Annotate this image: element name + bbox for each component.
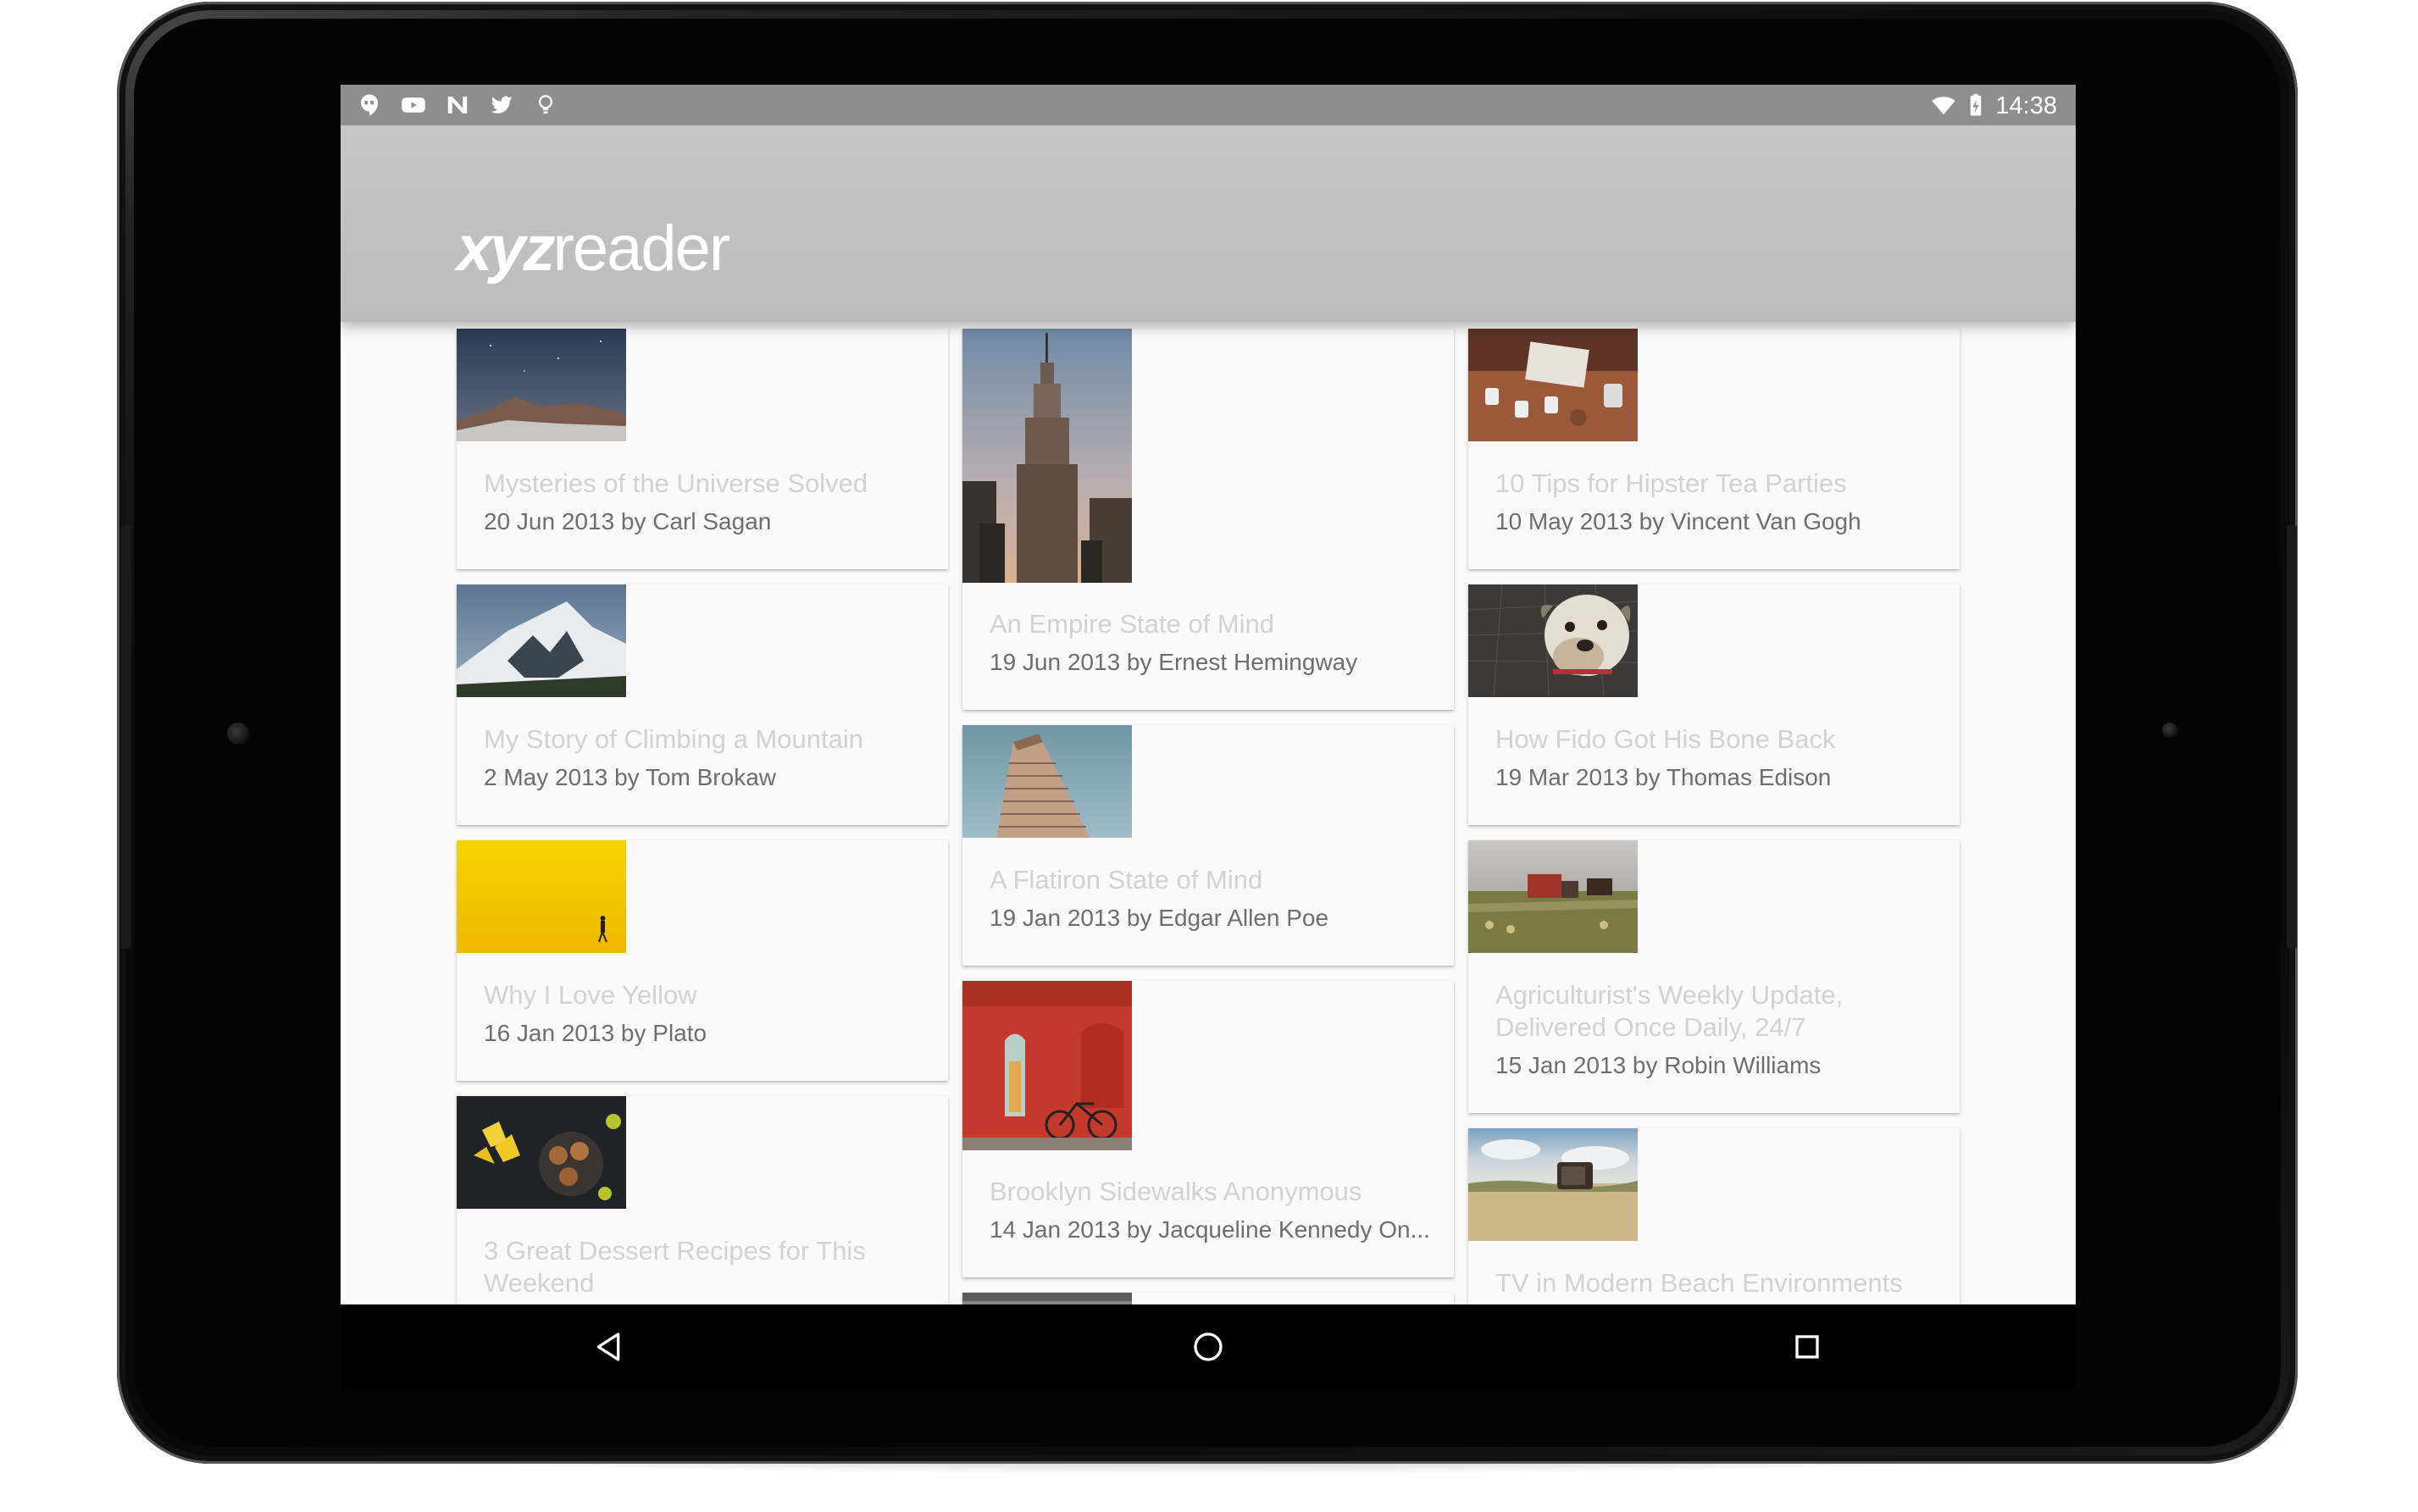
article-title: My Story of Climbing a Mountain	[484, 724, 863, 754]
article-byline: 16 Jan 2013 by Plato	[484, 1020, 707, 1046]
article-card[interactable]: How Fido Got His Bone Back 19 Mar 2013 b…	[1468, 584, 1960, 825]
article-title: TV in Modern Beach Environments	[1495, 1268, 1903, 1298]
article-card[interactable]: A Flatiron State of Mind 19 Jan 2013 by …	[962, 725, 1454, 966]
article-thumbnail	[962, 981, 1132, 1150]
front-camera	[227, 723, 249, 745]
article-byline: 10 May 2013 by Vincent Van Gogh	[1495, 508, 1861, 534]
back-icon[interactable]	[581, 1320, 635, 1374]
logo-bold-text: xyz	[457, 213, 556, 285]
home-icon[interactable]	[1181, 1320, 1235, 1374]
article-thumbnail	[1468, 584, 1638, 697]
article-thumbnail	[457, 329, 626, 441]
side-button-right	[2287, 525, 2297, 949]
article-thumbnail	[457, 584, 626, 697]
article-card[interactable]: Brooklyn Sidewalks Anonymous 14 Jan 2013…	[962, 981, 1454, 1277]
article-title: Mysteries of the Universe Solved	[484, 468, 868, 498]
sensor-dot	[2162, 723, 2177, 738]
article-byline: 19 Mar 2013 by Thomas Edison	[1495, 764, 1832, 790]
article-thumbnail	[962, 329, 1132, 583]
system-navigation-bar	[341, 1304, 2076, 1389]
article-byline: 19 Jan 2013 by Edgar Allen Poe	[990, 905, 1329, 931]
article-title: 10 Tips for Hipster Tea Parties	[1495, 468, 1847, 498]
article-title: 3 Great Dessert Recipes for This Weekend	[484, 1236, 866, 1298]
app-logo: xyzreader	[457, 217, 730, 281]
article-card[interactable]: Mysteries of the Universe Solved 20 Jun …	[457, 329, 948, 569]
article-byline: 14 Jan 2013 by Jacqueline Kennedy On...	[990, 1216, 1430, 1243]
article-thumbnail	[962, 725, 1132, 838]
article-title: An Empire State of Mind	[990, 609, 1274, 639]
status-clock: 14:38	[1995, 92, 2057, 119]
newsstand-icon	[444, 91, 471, 119]
hangouts-icon	[356, 91, 383, 119]
article-title: A Flatiron State of Mind	[990, 865, 1263, 894]
article-card[interactable]: 10 Tips for Hipster Tea Parties 10 May 2…	[1468, 329, 1960, 569]
article-byline: 15 Jan 2013 by Robin Williams	[1495, 1052, 1822, 1078]
lightbulb-icon	[532, 91, 559, 119]
device-screen: 14:38 xyzreader Mysteries of the Univers…	[341, 85, 2076, 1304]
article-card[interactable]: Agriculturist's Weekly Update, Delivered…	[1468, 840, 1960, 1113]
article-byline: 20 Jun 2013 by Carl Sagan	[484, 508, 772, 534]
article-title: How Fido Got His Bone Back	[1495, 724, 1836, 754]
article-title: Brooklyn Sidewalks Anonymous	[990, 1177, 1362, 1206]
article-thumbnail	[1468, 329, 1638, 441]
side-button-left	[121, 525, 131, 949]
twitter-icon	[488, 91, 515, 119]
wifi-icon	[1930, 91, 1957, 119]
article-card[interactable]: TV in Modern Beach Environments	[1468, 1128, 1960, 1304]
article-card[interactable]: Why I Love Yellow 16 Jan 2013 by Plato	[457, 840, 948, 1081]
article-thumbnail	[457, 840, 626, 953]
article-card[interactable]: 3 Great Dessert Recipes for This Weekend	[457, 1096, 948, 1304]
article-byline: 2 May 2013 by Tom Brokaw	[484, 764, 776, 790]
article-thumbnail	[1468, 1128, 1638, 1241]
recents-icon[interactable]	[1780, 1320, 1834, 1374]
article-card[interactable]	[962, 1293, 1454, 1304]
youtube-icon	[400, 91, 427, 119]
article-thumbnail	[1468, 840, 1638, 953]
article-thumbnail	[962, 1293, 1132, 1304]
article-card[interactable]: My Story of Climbing a Mountain 2 May 20…	[457, 584, 948, 825]
app-toolbar: xyzreader	[341, 125, 2076, 322]
status-bar: 14:38	[341, 85, 2076, 125]
article-title: Agriculturist's Weekly Update, Delivered…	[1495, 980, 1844, 1042]
article-thumbnail	[457, 1096, 626, 1209]
article-byline: 19 Jun 2013 by Ernest Hemingway	[990, 649, 1358, 675]
logo-light-text: reader	[552, 213, 731, 285]
article-title: Why I Love Yellow	[484, 980, 697, 1010]
battery-charging-icon	[1962, 91, 1989, 119]
article-card[interactable]: An Empire State of Mind 19 Jun 2013 by E…	[962, 329, 1454, 710]
